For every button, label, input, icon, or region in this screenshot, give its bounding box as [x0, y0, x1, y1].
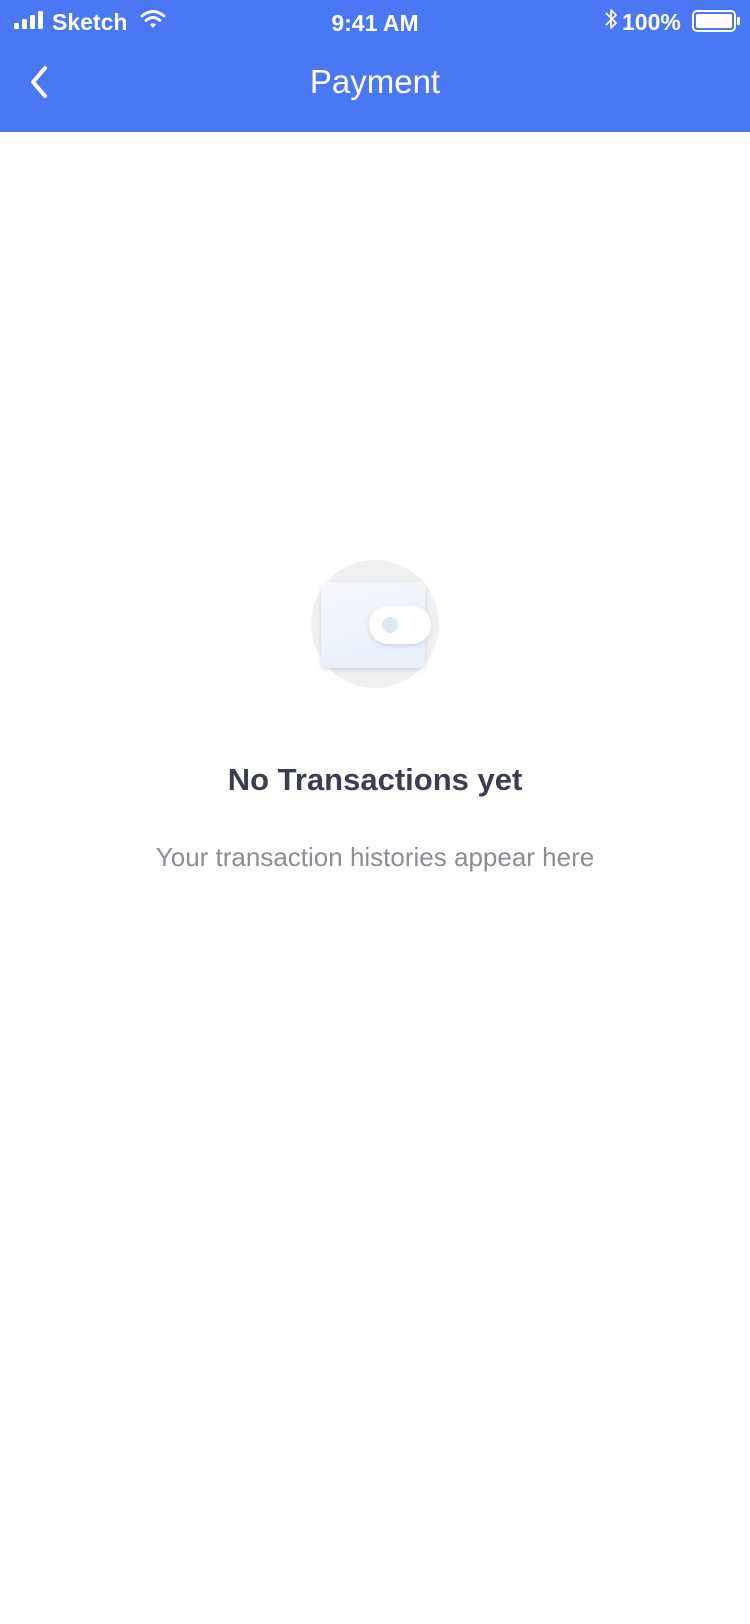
bluetooth-icon	[605, 9, 617, 29]
navigation-bar: Payment	[0, 44, 750, 132]
battery-icon	[692, 10, 740, 32]
status-bar: Sketch 9:41 AM 100%	[0, 0, 750, 44]
page-title: Payment	[309, 63, 441, 100]
payment-screen: Sketch 9:41 AM 100% Payment No Transacti…	[0, 0, 750, 1624]
empty-state-subtitle: Your transaction histories appear here	[155, 842, 595, 872]
empty-state-title: No Transactions yet	[227, 762, 523, 797]
battery-percentage: 100%	[622, 9, 681, 35]
wallet-icon	[311, 560, 439, 688]
header: Sketch 9:41 AM 100% Payment	[0, 0, 750, 132]
